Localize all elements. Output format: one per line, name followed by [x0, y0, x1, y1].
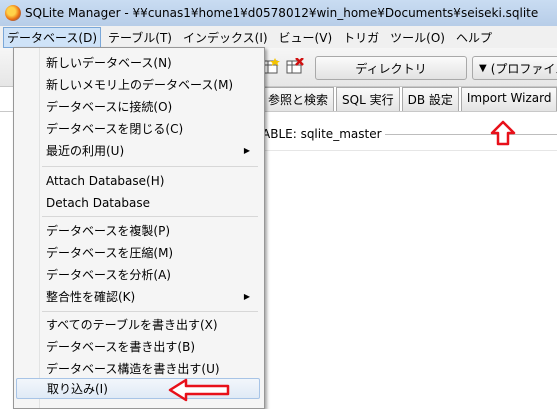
tab-strip: 参照と検索 SQL 実行 DB 設定 Import Wizard	[262, 87, 557, 111]
menu-help[interactable]: ヘルプ	[452, 27, 496, 48]
tab-browse-search[interactable]: 参照と検索	[262, 87, 335, 111]
menu-bar: データベース(D) テーブル(T) インデックス(I) ビュー(V) トリガ ツ…	[0, 26, 557, 48]
menu-tools[interactable]: ツール(O)	[386, 27, 449, 48]
drop-table-icon[interactable]	[286, 58, 304, 76]
menu-item-attach-database[interactable]: Attach Database(H)	[16, 170, 260, 191]
menu-item-connect-database[interactable]: データベースに接続(O)	[16, 96, 260, 117]
annotation-up-arrow-icon	[490, 120, 516, 146]
submenu-arrow-icon: ▶	[243, 292, 250, 301]
directory-label: ディレクトリ	[355, 61, 427, 76]
tab-import-wizard[interactable]: Import Wizard	[460, 87, 557, 111]
menu-separator	[42, 311, 258, 312]
menu-item-copy-database[interactable]: データベースを複製(P)	[16, 220, 260, 241]
caption-rule	[385, 134, 557, 135]
menu-item-export-structure[interactable]: データベース構造を書き出す(U)	[16, 358, 260, 379]
menu-item-export-all-tables[interactable]: すべてのテーブルを書き出す(X)	[16, 314, 260, 335]
menu-view[interactable]: ビュー(V)	[275, 27, 337, 48]
menu-item-new-database[interactable]: 新しいデータベース(N)	[16, 52, 260, 73]
menu-database[interactable]: データベース(D)	[3, 26, 102, 48]
menu-item-recent[interactable]: 最近の利用(U) ▶	[16, 140, 260, 161]
menu-item-compact-database[interactable]: データベースを圧縮(M)	[16, 242, 260, 263]
menu-index[interactable]: インデックス(I)	[179, 27, 272, 48]
chevron-down-icon: ▼	[479, 62, 487, 74]
table-caption: ABLE: sqlite_master	[262, 127, 382, 141]
menu-table[interactable]: テーブル(T)	[104, 27, 176, 48]
directory-button[interactable]: ディレクトリ	[315, 56, 467, 80]
profile-label: (プロファイル	[490, 61, 557, 76]
title-bar: SQLite Manager - ¥¥cunas1¥home1¥d0578012…	[0, 0, 557, 26]
menu-separator	[42, 166, 258, 167]
divider	[262, 150, 557, 151]
profile-dropdown[interactable]: ▼ (プロファイル	[472, 56, 557, 80]
submenu-arrow-icon: ▶	[243, 146, 250, 155]
menu-item-new-memory-database[interactable]: 新しいメモリ上のデータベース(M)	[16, 74, 260, 95]
window-title: SQLite Manager - ¥¥cunas1¥home1¥d0578012…	[25, 6, 539, 20]
menu-item-check-integrity[interactable]: 整合性を確認(K) ▶	[16, 286, 260, 307]
menu-item-detach-database[interactable]: Detach Database	[16, 192, 260, 213]
firefox-icon	[5, 5, 21, 21]
tab-execute-sql[interactable]: SQL 実行	[336, 87, 400, 111]
menu-item-export-database[interactable]: データベースを書き出す(B)	[16, 336, 260, 357]
annotation-left-arrow-icon	[168, 378, 230, 402]
menu-item-analyze-database[interactable]: データベースを分析(A)	[16, 264, 260, 285]
menu-trigger[interactable]: トリガ	[339, 27, 383, 48]
menu-separator	[42, 216, 258, 217]
tab-db-settings[interactable]: DB 設定	[401, 87, 459, 111]
database-menu: 新しいデータベース(N) 新しいメモリ上のデータベース(M) データベースに接続…	[13, 47, 265, 409]
menu-item-close-database[interactable]: データベースを閉じる(C)	[16, 118, 260, 139]
